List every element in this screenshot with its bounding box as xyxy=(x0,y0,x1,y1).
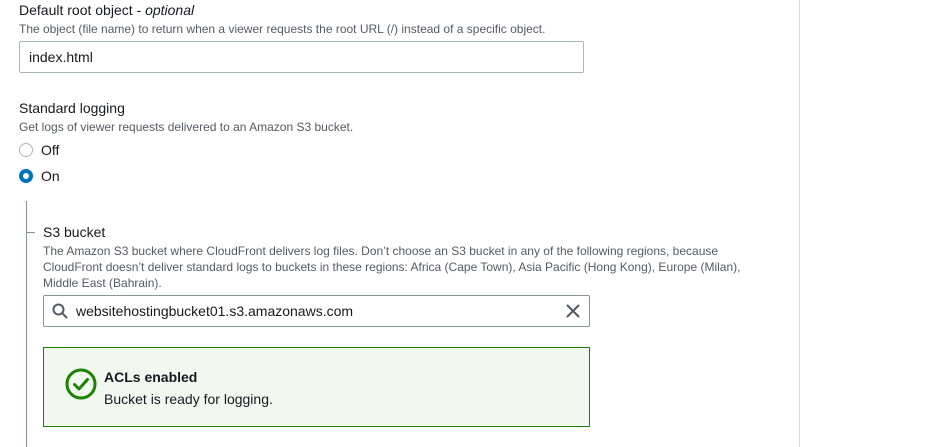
s3-bucket-title: S3 bucket xyxy=(43,224,106,240)
nested-section-tick xyxy=(26,232,35,233)
s3-bucket-search-field[interactable] xyxy=(43,295,590,327)
logging-off-label: Off xyxy=(41,142,60,158)
default-root-object-description: The object (file name) to return when a … xyxy=(19,22,546,36)
standard-logging-title: Standard logging xyxy=(19,100,125,116)
default-root-object-title: Default root object - xyxy=(19,2,146,18)
alert-title: ACLs enabled xyxy=(104,369,198,385)
check-circle-icon xyxy=(64,367,98,401)
acl-success-alert: ACLs enabled Bucket is ready for logging… xyxy=(43,347,590,427)
s3-bucket-search-input[interactable] xyxy=(76,296,557,326)
default-root-object-input[interactable] xyxy=(19,41,584,73)
logging-on-label: On xyxy=(41,168,60,184)
s3-bucket-description-line: Middle East (Bahrain). xyxy=(43,276,162,290)
panel-right-border xyxy=(799,0,800,447)
default-root-object-label: Default root object - optional xyxy=(19,2,194,18)
logging-on-radio[interactable] xyxy=(19,169,33,183)
s3-bucket-description-line: CloudFront doesn’t deliver standard logs… xyxy=(43,260,741,274)
alert-body: Bucket is ready for logging. xyxy=(104,391,273,407)
nested-section-line xyxy=(26,201,27,447)
close-icon[interactable] xyxy=(557,296,589,326)
s3-bucket-description: The Amazon S3 bucket where CloudFront de… xyxy=(43,243,763,291)
logging-off-radio[interactable] xyxy=(19,143,33,157)
s3-bucket-description-line: The Amazon S3 bucket where CloudFront de… xyxy=(43,244,719,258)
standard-logging-description: Get logs of viewer requests delivered to… xyxy=(19,120,354,134)
logging-on-radio-option[interactable]: On xyxy=(19,166,60,186)
search-icon xyxy=(44,296,76,326)
optional-tag: optional xyxy=(145,2,195,18)
logging-off-radio-option[interactable]: Off xyxy=(19,140,59,160)
